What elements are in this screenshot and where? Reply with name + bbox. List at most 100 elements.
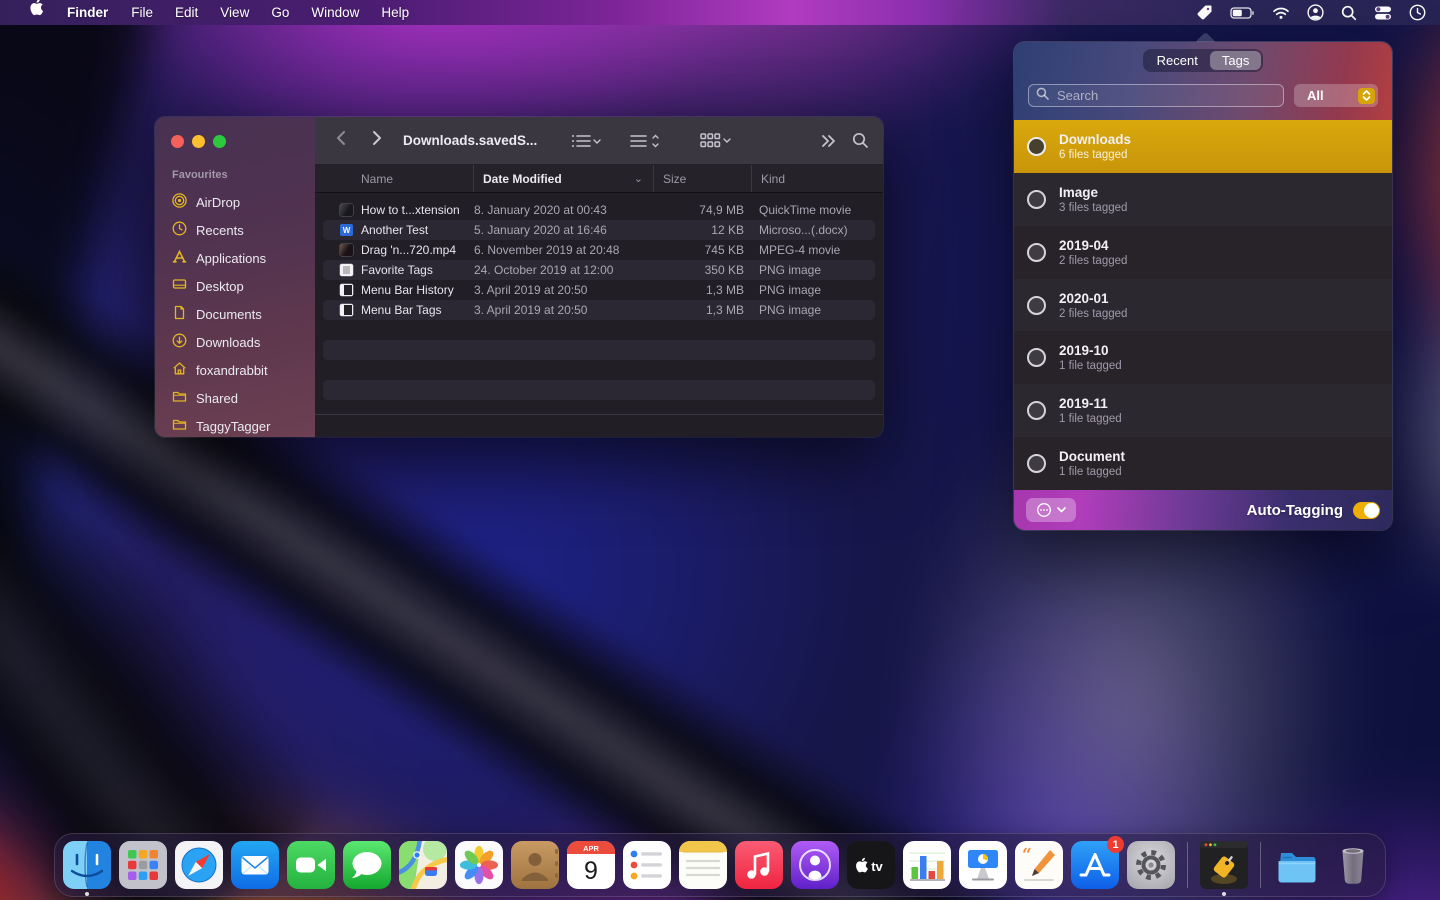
dock-app-contacts[interactable] — [511, 841, 559, 889]
spotlight-search-icon[interactable] — [1341, 5, 1357, 21]
tab-tags[interactable]: Tags — [1210, 51, 1261, 70]
tag-row-2019-10[interactable]: 2019-101 file tagged — [1014, 331, 1392, 384]
zoom-button[interactable] — [213, 135, 226, 148]
file-row[interactable]: Menu Bar Tags 3. April 2019 at 20:50 1,3… — [323, 300, 875, 320]
movie-thumbnail-icon — [340, 244, 353, 256]
dock-app-mail[interactable] — [231, 841, 279, 889]
tag-radio[interactable] — [1027, 296, 1046, 315]
menu-item-edit[interactable]: Edit — [164, 0, 209, 25]
tag-radio[interactable] — [1027, 401, 1046, 420]
dock-app-music[interactable] — [735, 841, 783, 889]
sidebar-item-label: Recents — [196, 223, 244, 238]
tag-radio[interactable] — [1027, 454, 1046, 473]
dock-app-calendar[interactable]: APR9 — [567, 841, 615, 889]
dock-app-app-store[interactable]: 1 — [1071, 841, 1119, 889]
more-toolbar-items-button[interactable] — [821, 134, 836, 148]
apple-menu-icon[interactable] — [18, 0, 55, 25]
minimize-button[interactable] — [192, 135, 205, 148]
control-center-icon[interactable] — [1374, 5, 1392, 21]
column-header-date-modified[interactable]: Date Modified ⌄ — [473, 165, 653, 192]
view-options-button[interactable] — [571, 133, 601, 149]
tag-row-2019-04[interactable]: 2019-042 files tagged — [1014, 226, 1392, 279]
search-input[interactable] — [1055, 87, 1276, 104]
menu-item-help[interactable]: Help — [370, 0, 420, 25]
file-row[interactable]: How to t...xtension 8. January 2020 at 0… — [323, 200, 875, 220]
sidebar-item-label: Applications — [196, 251, 266, 266]
dock-app-tv[interactable]: tv — [847, 841, 895, 889]
more-options-button[interactable] — [1026, 498, 1076, 522]
running-indicator — [85, 892, 89, 896]
sidebar-item-label: Desktop — [196, 279, 244, 294]
tag-row-document[interactable]: Document1 file tagged — [1014, 437, 1392, 490]
close-button[interactable] — [171, 135, 184, 148]
word-document-icon: W — [340, 224, 353, 236]
dock-app-numbers[interactable] — [903, 841, 951, 889]
dock-app-finder[interactable] — [63, 841, 111, 889]
dock-app-taggytagger[interactable] — [1200, 841, 1248, 889]
menu-item-view[interactable]: View — [209, 0, 260, 25]
menu-app-name[interactable]: Finder — [55, 0, 120, 25]
menu-item-window[interactable]: Window — [300, 0, 370, 25]
column-header-size[interactable]: Size — [653, 165, 751, 192]
tag-menu-icon[interactable] — [1196, 4, 1213, 21]
dock-downloads-folder[interactable] — [1273, 841, 1321, 889]
tag-row-downloads[interactable]: Downloads6 files tagged — [1014, 120, 1392, 173]
dock-app-photos[interactable] — [455, 841, 503, 889]
tag-radio[interactable] — [1027, 348, 1046, 367]
file-row[interactable]: Drag 'n...720.mp4 6. November 2019 at 20… — [323, 240, 875, 260]
tab-recent[interactable]: Recent — [1145, 51, 1210, 70]
dock-app-safari[interactable] — [175, 841, 223, 889]
calendar-day: 9 — [584, 857, 598, 885]
menu-item-file[interactable]: File — [120, 0, 164, 25]
group-button[interactable] — [699, 132, 731, 149]
dock-app-keynote[interactable] — [959, 841, 1007, 889]
dock-app-reminders[interactable] — [623, 841, 671, 889]
dock-app-pages[interactable]: “ — [1015, 841, 1063, 889]
download-circle-icon — [172, 333, 187, 351]
sidebar-item-foxandrabbit[interactable]: foxandrabbit — [155, 356, 315, 384]
wifi-icon[interactable] — [1272, 6, 1290, 20]
file-row[interactable]: Menu Bar History 3. April 2019 at 20:50 … — [323, 280, 875, 300]
user-menu-icon[interactable] — [1307, 4, 1324, 21]
battery-icon[interactable] — [1230, 6, 1255, 20]
sidebar-item-applications[interactable]: Applications — [155, 244, 315, 272]
sidebar-item-taggytagger[interactable]: TaggyTagger — [155, 412, 315, 437]
applications-icon — [172, 249, 187, 267]
sidebar-item-recents[interactable]: Recents — [155, 216, 315, 244]
empty-row — [323, 360, 875, 380]
auto-tagging-toggle[interactable] — [1353, 502, 1380, 519]
dock-app-podcasts[interactable] — [791, 841, 839, 889]
tag-row-2020-01[interactable]: 2020-012 files tagged — [1014, 279, 1392, 332]
sidebar-item-desktop[interactable]: Desktop — [155, 272, 315, 300]
sort-button[interactable] — [629, 133, 659, 149]
dock-app-notes[interactable] — [679, 841, 727, 889]
column-header-kind[interactable]: Kind — [751, 165, 883, 192]
search-toolbar-icon[interactable] — [852, 132, 869, 149]
tag-radio[interactable] — [1027, 137, 1046, 156]
dock-app-messages[interactable] — [343, 841, 391, 889]
dock-separator — [1260, 842, 1261, 888]
tag-radio[interactable] — [1027, 243, 1046, 262]
sidebar-item-shared[interactable]: Shared — [155, 384, 315, 412]
tag-row-2019-11[interactable]: 2019-111 file tagged — [1014, 384, 1392, 437]
column-header-name[interactable]: Name — [315, 165, 473, 192]
sidebar-item-documents[interactable]: Documents — [155, 300, 315, 328]
back-button[interactable] — [329, 130, 353, 151]
file-row[interactable]: Favorite Tags 24. October 2019 at 12:00 … — [323, 260, 875, 280]
menu-item-go[interactable]: Go — [260, 0, 300, 25]
tag-search-field[interactable] — [1028, 84, 1284, 107]
tag-radio[interactable] — [1027, 190, 1046, 209]
forward-button[interactable] — [365, 130, 389, 151]
empty-row — [323, 380, 875, 400]
dock-app-launchpad[interactable] — [119, 841, 167, 889]
tag-row-image[interactable]: Image3 files tagged — [1014, 173, 1392, 226]
sidebar-item-downloads[interactable]: Downloads — [155, 328, 315, 356]
dock-app-maps[interactable] — [399, 841, 447, 889]
dock-trash[interactable] — [1329, 841, 1377, 889]
file-row[interactable]: WAnother Test 5. January 2020 at 16:46 1… — [323, 220, 875, 240]
dock-app-facetime[interactable] — [287, 841, 335, 889]
dock-app-system-preferences[interactable] — [1127, 841, 1175, 889]
clock-icon[interactable] — [1409, 4, 1426, 21]
filter-dropdown[interactable]: All — [1294, 84, 1378, 107]
sidebar-item-airdrop[interactable]: AirDrop — [155, 188, 315, 216]
